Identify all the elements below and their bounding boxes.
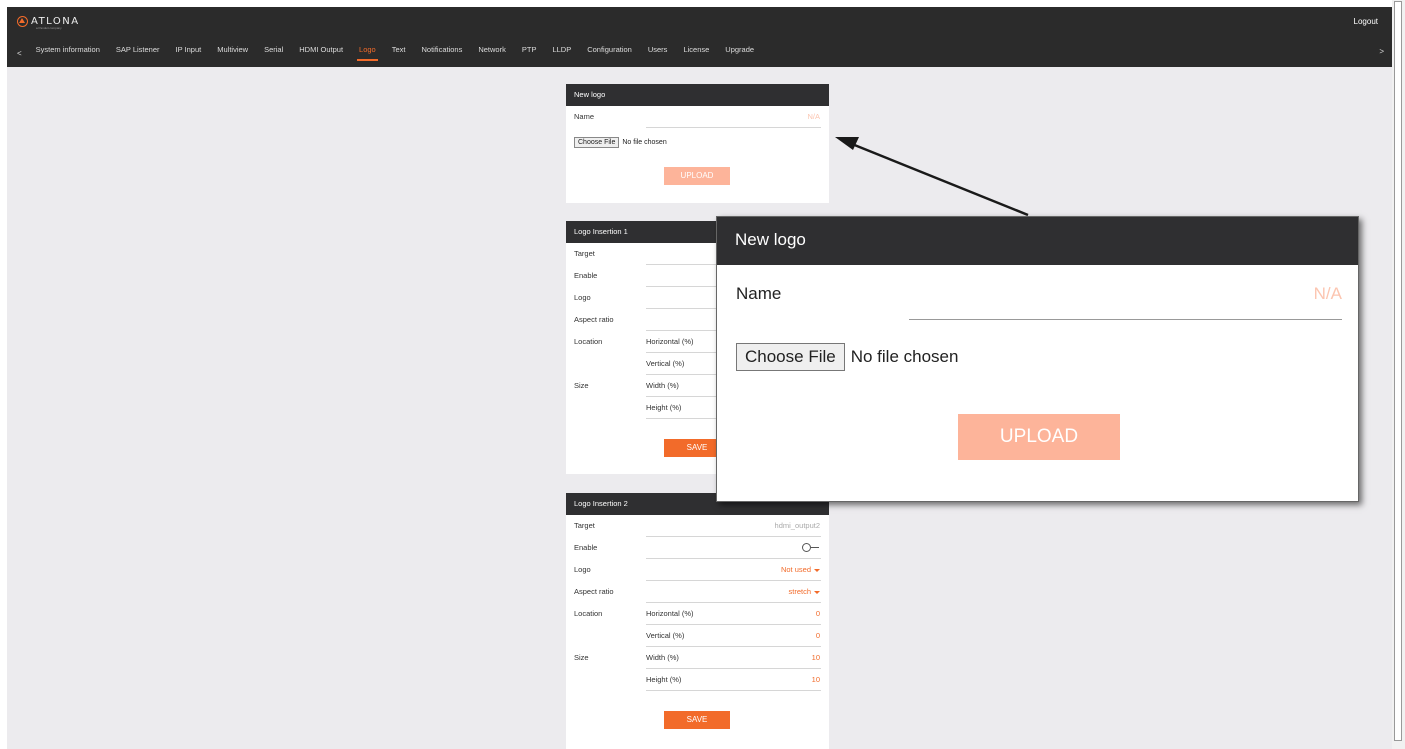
aspect-ratio-label: Aspect ratio xyxy=(574,587,614,596)
toggle-knob xyxy=(802,543,811,552)
new-logo-zoom-callout: New logo Name N/A Choose File No file ch… xyxy=(716,216,1359,502)
page: ATLONA a Panduit company Logout < System… xyxy=(7,7,1392,749)
horizontal-input[interactable]: 0 xyxy=(816,609,820,618)
aspect-ratio-label: Aspect ratio xyxy=(574,315,614,324)
zoom-file-status: No file chosen xyxy=(850,347,959,366)
insertion-2-height-row: Height (%) 10 xyxy=(566,669,829,691)
name-row: Name N/A xyxy=(566,106,829,128)
name-input[interactable]: N/A xyxy=(807,112,820,121)
logout-link[interactable]: Logout xyxy=(1354,17,1378,26)
aspect-ratio-value: stretch xyxy=(788,587,811,596)
zoom-title: New logo xyxy=(717,217,1358,265)
chevron-down-icon xyxy=(814,568,820,572)
upload-button[interactable]: UPLOAD xyxy=(664,167,730,185)
insertion-2-aspect-row: Aspect ratio stretch xyxy=(566,581,829,603)
logo-label: Logo xyxy=(574,293,591,302)
tab-ip-input[interactable]: IP Input xyxy=(168,43,210,63)
width-input[interactable]: 10 xyxy=(812,653,820,662)
width-label: Width (%) xyxy=(646,653,679,662)
target-label: Target xyxy=(574,521,595,530)
file-status: No file chosen xyxy=(622,139,667,146)
new-logo-title: New logo xyxy=(566,84,829,106)
tab-sap-listener[interactable]: SAP Listener xyxy=(108,43,168,63)
zoom-file-picker: Choose File No file chosen xyxy=(736,343,958,371)
logo-select-value: Not used xyxy=(780,565,811,574)
main-nav: < System information SAP Listener IP Inp… xyxy=(7,43,762,63)
insertion-2-horizontal-row: Location Horizontal (%) 0 xyxy=(566,603,829,625)
target-value: hdmi_output2 xyxy=(774,521,820,530)
enable-toggle[interactable] xyxy=(802,543,820,552)
zoom-name-label: Name xyxy=(736,284,782,303)
brand-name: ATLONA xyxy=(31,15,80,27)
vertical-input[interactable]: 0 xyxy=(816,631,820,640)
height-input[interactable]: 10 xyxy=(812,675,820,684)
callout-arrow-shaft xyxy=(851,142,1029,217)
zoom-upload-button[interactable]: UPLOAD xyxy=(958,414,1120,460)
insertion-2-target-row: Target hdmi_output2 xyxy=(566,515,829,537)
height-label: Height (%) xyxy=(646,403,682,412)
atlona-logo-icon xyxy=(17,15,28,27)
location-label: Location xyxy=(574,609,603,618)
height-label: Height (%) xyxy=(646,675,682,684)
vertical-label: Vertical (%) xyxy=(646,631,685,640)
callout-arrow-head xyxy=(835,137,859,150)
location-label: Location xyxy=(574,337,603,346)
scrollbar-thumb[interactable] xyxy=(1394,1,1402,741)
logo-select[interactable]: Not used xyxy=(781,565,820,574)
insertion-2-vertical-row: Vertical (%) 0 xyxy=(566,625,829,647)
enable-label: Enable xyxy=(574,271,598,280)
tab-multiview[interactable]: Multiview xyxy=(209,43,256,63)
vertical-scrollbar[interactable] xyxy=(1392,0,1405,749)
insertion-2-enable-row: Enable xyxy=(566,537,829,559)
tab-text[interactable]: Text xyxy=(384,43,414,63)
insertion-2-save-button[interactable]: SAVE xyxy=(664,711,730,729)
tab-hdmi-output[interactable]: HDMI Output xyxy=(291,43,351,63)
logo-insertion-2-card: Logo Insertion 2 Target hdmi_output2 Ena… xyxy=(566,493,829,749)
chevron-down-icon xyxy=(814,590,820,594)
brand-subtitle: a Panduit company xyxy=(36,26,62,30)
tab-lldp[interactable]: LLDP xyxy=(544,43,579,63)
logo-label: Logo xyxy=(574,565,591,574)
insertion-2-width-row: Size Width (%) 10 xyxy=(566,647,829,669)
tab-users[interactable]: Users xyxy=(640,43,676,63)
size-label: Size xyxy=(574,653,589,662)
nav-next-arrow[interactable]: > xyxy=(1379,47,1384,56)
name-label: Name xyxy=(574,112,595,121)
tab-system-information[interactable]: System information xyxy=(28,43,108,63)
tab-network[interactable]: Network xyxy=(470,43,514,63)
zoom-name-input[interactable]: N/A xyxy=(1314,284,1342,304)
insertion-2-logo-row: Logo Not used xyxy=(566,559,829,581)
tab-configuration[interactable]: Configuration xyxy=(579,43,640,63)
top-bar: ATLONA a Panduit company Logout < System… xyxy=(7,7,1392,67)
horizontal-label: Horizontal (%) xyxy=(646,609,694,618)
size-label: Size xyxy=(574,381,589,390)
horizontal-label: Horizontal (%) xyxy=(646,337,694,346)
tab-ptp[interactable]: PTP xyxy=(514,43,545,63)
file-picker: Choose File No file chosen xyxy=(574,137,667,148)
name-underline xyxy=(646,127,821,128)
tab-license[interactable]: License xyxy=(675,43,717,63)
nav-prev-arrow[interactable]: < xyxy=(7,49,28,58)
tab-upgrade[interactable]: Upgrade xyxy=(717,43,762,63)
width-label: Width (%) xyxy=(646,381,679,390)
tab-logo[interactable]: Logo xyxy=(351,43,384,63)
zoom-name-underline xyxy=(909,319,1342,320)
tab-notifications[interactable]: Notifications xyxy=(413,43,470,63)
new-logo-card: New logo Name N/A Choose File No file ch… xyxy=(566,84,829,203)
row-divider xyxy=(646,690,821,691)
enable-label: Enable xyxy=(574,543,598,552)
target-label: Target xyxy=(574,249,595,258)
zoom-choose-file-button[interactable]: Choose File xyxy=(736,343,845,371)
choose-file-button[interactable]: Choose File xyxy=(574,137,620,148)
vertical-label: Vertical (%) xyxy=(646,359,685,368)
aspect-ratio-select[interactable]: stretch xyxy=(788,587,820,596)
tab-serial[interactable]: Serial xyxy=(256,43,291,63)
toggle-track xyxy=(811,547,819,548)
